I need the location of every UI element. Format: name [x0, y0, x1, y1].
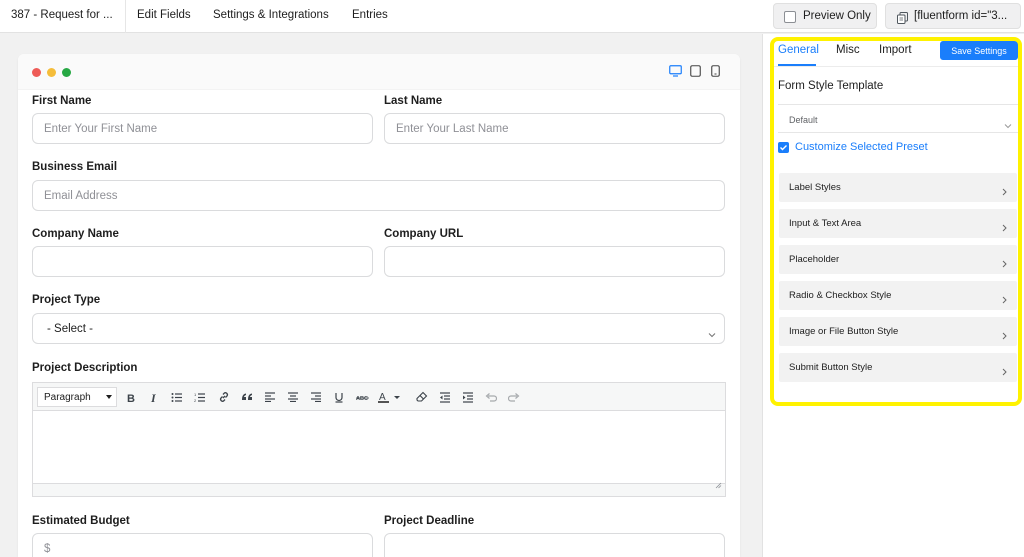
paragraph-format-value: Paragraph	[44, 392, 91, 403]
numbered-list-icon[interactable]: 12	[191, 388, 209, 406]
form-style-template-title: Form Style Template	[778, 80, 884, 92]
style-template-select[interactable]: Default	[778, 104, 1018, 133]
green-dot	[62, 68, 71, 77]
style-template-value: Default	[789, 115, 818, 125]
chevron-right-icon	[1002, 327, 1007, 345]
blockquote-icon[interactable]	[238, 388, 256, 406]
preview-only-button[interactable]: Preview Only	[773, 3, 877, 29]
svg-text:I: I	[150, 392, 157, 403]
divider	[125, 0, 126, 33]
accordion-label: Input & Text Area	[789, 218, 862, 229]
shortcode-copy-button[interactable]: [fluentform id="3...	[885, 3, 1021, 29]
tab-import[interactable]: Import	[879, 44, 912, 56]
save-settings-button[interactable]: Save Settings	[940, 41, 1018, 60]
customize-preset-label[interactable]: Customize Selected Preset	[795, 141, 928, 153]
tab-general[interactable]: General	[778, 44, 819, 56]
svg-text:B: B	[127, 393, 135, 403]
editor-content-area[interactable]	[33, 412, 725, 484]
project-description-editor[interactable]: Paragraph B I 12 ABC A	[32, 382, 726, 497]
nav-entries[interactable]: Entries	[352, 9, 388, 21]
accordion-placeholder[interactable]: Placeholder	[779, 245, 1017, 274]
bullet-list-icon[interactable]	[168, 388, 186, 406]
accordion-label: Radio & Checkbox Style	[789, 290, 892, 301]
tablet-icon[interactable]	[690, 64, 701, 82]
last-name-input[interactable]	[384, 113, 725, 144]
desktop-icon[interactable]	[669, 64, 682, 82]
text-color-icon[interactable]: A	[376, 388, 404, 406]
preview-only-label: Preview Only	[803, 10, 871, 22]
chevron-down-icon	[708, 325, 716, 343]
project-type-value: - Select -	[47, 323, 94, 335]
accordion-image-file-button-style[interactable]: Image or File Button Style	[779, 317, 1017, 346]
project-type-label: Project Type	[32, 294, 101, 306]
nav-settings-integrations[interactable]: Settings & Integrations	[213, 9, 329, 21]
estimated-budget-label: Estimated Budget	[32, 515, 130, 527]
project-deadline-label: Project Deadline	[384, 515, 475, 527]
chevron-down-icon	[1004, 116, 1012, 134]
accordion-label-styles[interactable]: Label Styles	[779, 173, 1017, 202]
tabs-divider	[774, 66, 1018, 67]
preview-window-header	[18, 54, 740, 90]
nav-edit-fields[interactable]: Edit Fields	[137, 9, 191, 21]
paragraph-format-select[interactable]: Paragraph	[37, 387, 117, 407]
undo-icon[interactable]	[482, 388, 500, 406]
editor-toolbar: Paragraph B I 12 ABC A	[33, 383, 725, 411]
italic-icon[interactable]: I	[145, 388, 163, 406]
chevron-right-icon	[1002, 363, 1007, 381]
company-url-input[interactable]	[384, 246, 725, 277]
accordion-input-text-area[interactable]: Input & Text Area	[779, 209, 1017, 238]
project-type-select[interactable]: - Select -	[32, 313, 725, 344]
first-name-input[interactable]	[32, 113, 373, 144]
first-name-label: First Name	[32, 95, 92, 107]
caret-down-icon	[106, 395, 112, 399]
chevron-right-icon	[1002, 183, 1007, 201]
redo-icon[interactable]	[505, 388, 523, 406]
accordion-label: Image or File Button Style	[789, 326, 899, 337]
editor-statusbar	[33, 482, 725, 496]
align-right-icon[interactable]	[307, 388, 325, 406]
estimated-budget-input[interactable]	[32, 533, 373, 557]
copy-icon	[897, 11, 908, 28]
align-left-icon[interactable]	[261, 388, 279, 406]
mobile-icon[interactable]	[711, 64, 720, 82]
clear-formatting-icon[interactable]	[413, 388, 431, 406]
business-email-input[interactable]	[32, 180, 725, 211]
underline-icon[interactable]	[330, 388, 348, 406]
svg-text:ABC: ABC	[356, 396, 368, 402]
company-url-label: Company URL	[384, 228, 464, 240]
project-description-label: Project Description	[32, 362, 138, 374]
align-center-icon[interactable]	[284, 388, 302, 406]
accordion-label: Placeholder	[789, 254, 840, 265]
bold-icon[interactable]: B	[122, 388, 140, 406]
company-name-label: Company Name	[32, 228, 119, 240]
indent-icon[interactable]	[459, 388, 477, 406]
strikethrough-icon[interactable]: ABC	[353, 388, 371, 406]
tab-misc[interactable]: Misc	[836, 44, 860, 56]
accordion-radio-checkbox-style[interactable]: Radio & Checkbox Style	[779, 281, 1017, 310]
red-dot	[32, 68, 41, 77]
shortcode-label: [fluentform id="3...	[914, 10, 1008, 22]
chevron-right-icon	[1002, 219, 1007, 237]
customize-preset-checkbox[interactable]	[778, 142, 789, 153]
svg-text:1: 1	[194, 392, 197, 397]
link-icon[interactable]	[215, 388, 233, 406]
company-name-input[interactable]	[32, 246, 373, 277]
chevron-right-icon	[1002, 291, 1007, 309]
last-name-label: Last Name	[384, 95, 443, 107]
preview-checkbox[interactable]	[784, 11, 796, 23]
resize-handle-icon[interactable]	[715, 476, 722, 494]
form-title[interactable]: 387 - Request for ...	[11, 9, 113, 21]
yellow-dot	[47, 68, 56, 77]
accordion-submit-button-style[interactable]: Submit Button Style	[779, 353, 1017, 382]
top-bar: 387 - Request for ... Edit Fields Settin…	[0, 0, 1024, 33]
accordion-label: Label Styles	[789, 182, 841, 193]
form-canvas: First Name Last Name Business Email Comp…	[0, 34, 762, 557]
svg-text:2: 2	[194, 398, 197, 403]
accordion-label: Submit Button Style	[789, 362, 873, 373]
chevron-right-icon	[1002, 255, 1007, 273]
outdent-icon[interactable]	[436, 388, 454, 406]
project-deadline-input[interactable]	[384, 533, 725, 557]
business-email-label: Business Email	[32, 161, 118, 173]
